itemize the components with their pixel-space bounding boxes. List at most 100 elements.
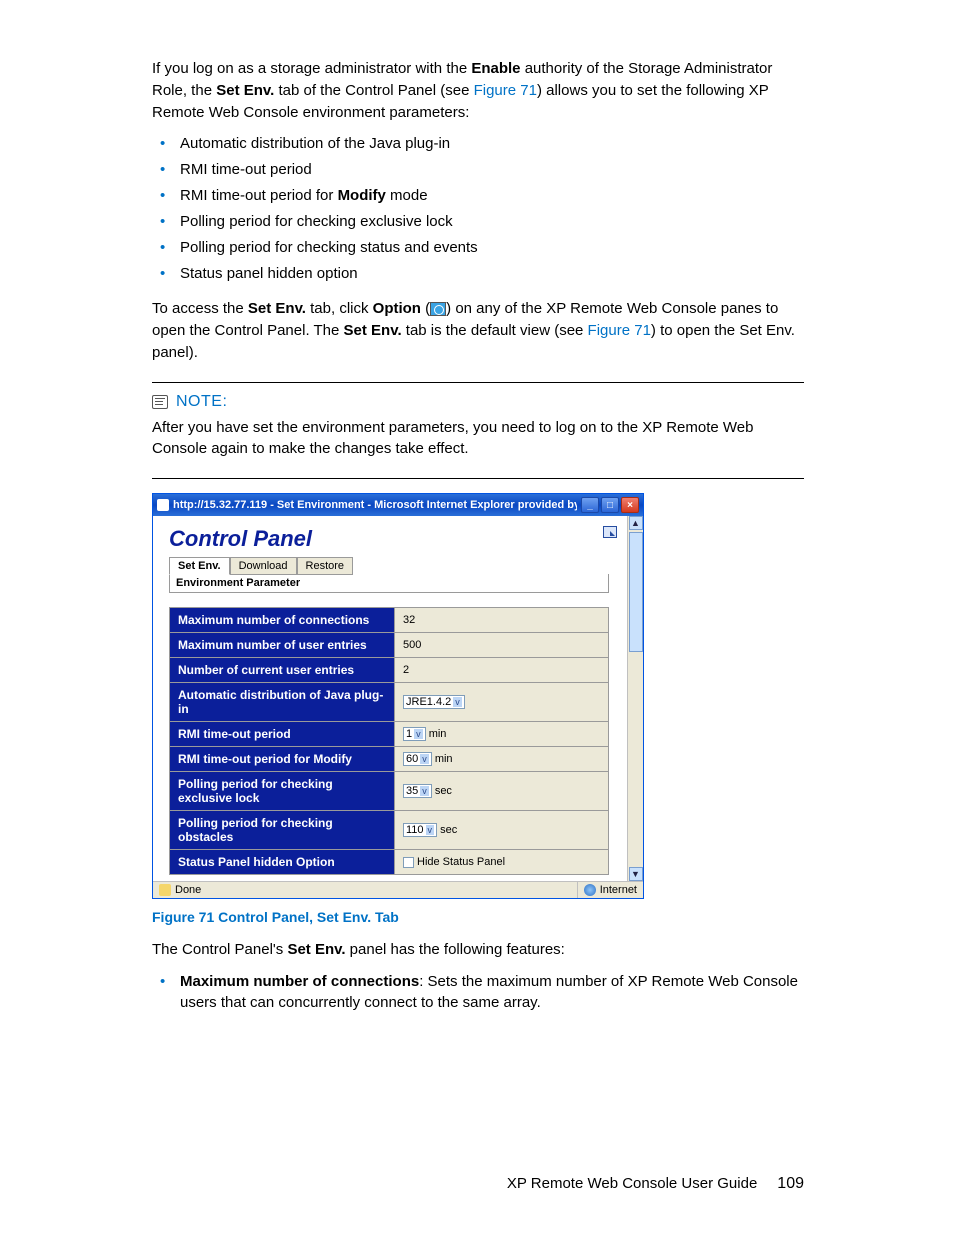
minimize-button[interactable]: _ [581, 497, 599, 513]
param-label: RMI time-out period for Modify [170, 747, 395, 772]
param-value: 35v sec [395, 772, 609, 811]
table-row: Maximum number of connections 32 [170, 608, 609, 633]
param-value: JRE1.4.2v [395, 683, 609, 722]
maximize-button[interactable]: □ [601, 497, 619, 513]
text: panel has the following features: [346, 941, 565, 958]
panel-top-icon[interactable] [603, 526, 617, 538]
param-value: 500 [395, 633, 609, 658]
jre-select[interactable]: JRE1.4.2v [403, 695, 465, 709]
sel-text: 60 [406, 753, 418, 765]
chevron-down-icon: v [453, 697, 462, 707]
scroll-thumb[interactable] [629, 532, 643, 652]
list-item: Polling period for checking exclusive lo… [174, 211, 804, 232]
table-row: Polling period for checking exclusive lo… [170, 772, 609, 811]
bold-setenv: Set Env. [216, 82, 274, 99]
param-label: Maximum number of connections [170, 608, 395, 633]
ie-window: http://15.32.77.119 - Set Environment - … [152, 493, 644, 899]
ie-title-text: http://15.32.77.119 - Set Environment - … [173, 499, 577, 511]
bold-setenv: Set Env. [287, 941, 345, 958]
table-row: Automatic distribution of Java plug-in J… [170, 683, 609, 722]
param-label: Polling period for checking obstacles [170, 811, 395, 850]
param-value: 1v min [395, 722, 609, 747]
bold-setenv: Set Env. [248, 300, 306, 317]
table-row: Number of current user entries 2 [170, 658, 609, 683]
note-icon [152, 395, 168, 409]
env-param-list: Automatic distribution of the Java plug-… [152, 133, 804, 284]
unit-text: sec [440, 824, 457, 836]
list-item: RMI time-out period for Modify mode [174, 185, 804, 206]
param-value: 32 [395, 608, 609, 633]
chevron-down-icon: v [414, 729, 423, 739]
subtab-env-param[interactable]: Environment Parameter [169, 574, 609, 593]
text: The Control Panel's [152, 941, 287, 958]
note-header: NOTE: [152, 393, 804, 411]
tab-download[interactable]: Download [230, 557, 297, 575]
chevron-down-icon: v [420, 754, 429, 764]
text: tab is the default view (see [402, 322, 588, 339]
text: mode [386, 187, 428, 204]
rmi-timeout-select[interactable]: 1v [403, 727, 426, 741]
cp-tabs: Set Env. Download Restore [169, 556, 617, 574]
list-item: Status panel hidden option [174, 263, 804, 284]
tab-restore[interactable]: Restore [297, 557, 354, 575]
text: RMI time-out period [180, 161, 312, 178]
link-figure71[interactable]: Figure 71 [474, 82, 537, 99]
param-label: Polling period for checking exclusive lo… [170, 772, 395, 811]
page-number: 109 [777, 1175, 804, 1193]
param-label: Maximum number of user entries [170, 633, 395, 658]
bold-max-conn: Maximum number of connections [180, 973, 419, 990]
param-value: Hide Status Panel [395, 850, 609, 875]
divider [152, 382, 804, 383]
table-row: RMI time-out period 1v min [170, 722, 609, 747]
hide-status-checkbox[interactable] [403, 857, 414, 868]
intro-paragraph: If you log on as a storage administrator… [152, 58, 804, 123]
close-button[interactable]: × [621, 497, 639, 513]
tab-set-env[interactable]: Set Env. [169, 557, 230, 575]
note-label: NOTE: [176, 393, 227, 411]
scroll-down-arrow[interactable]: ▼ [629, 867, 643, 881]
features-list: Maximum number of connections: Sets the … [152, 971, 804, 1013]
divider [152, 478, 804, 479]
sel-text: 35 [406, 785, 418, 797]
control-panel-title: Control Panel [169, 526, 617, 552]
polling-lock-select[interactable]: 35v [403, 784, 432, 798]
option-icon [430, 302, 446, 316]
scroll-up-arrow[interactable]: ▲ [629, 516, 643, 530]
rmi-modify-select[interactable]: 60v [403, 752, 432, 766]
param-label: Status Panel hidden Option [170, 850, 395, 875]
text: RMI time-out period for [180, 187, 338, 204]
text: If you log on as a storage administrator… [152, 60, 471, 77]
table-row: RMI time-out period for Modify 60v min [170, 747, 609, 772]
status-zone-text: Internet [600, 884, 637, 896]
bold-enable: Enable [471, 60, 520, 77]
table-row: Status Panel hidden Option Hide Status P… [170, 850, 609, 875]
globe-icon [584, 884, 596, 896]
list-item: RMI time-out period [174, 159, 804, 180]
vertical-scrollbar[interactable]: ▲ ▼ [627, 516, 643, 881]
table-row: Maximum number of user entries 500 [170, 633, 609, 658]
text: To access the [152, 300, 248, 317]
param-label: Automatic distribution of Java plug-in [170, 683, 395, 722]
param-label: RMI time-out period [170, 722, 395, 747]
param-value: 2 [395, 658, 609, 683]
unit-text: min [429, 728, 447, 740]
param-value: 110v sec [395, 811, 609, 850]
note-text: After you have set the environment param… [152, 417, 804, 461]
link-figure71[interactable]: Figure 71 [588, 322, 651, 339]
list-item: Polling period for checking status and e… [174, 237, 804, 258]
bold-modify: Modify [338, 187, 386, 204]
list-item: Automatic distribution of the Java plug-… [174, 133, 804, 154]
status-done-text: Done [175, 884, 201, 896]
unit-text: sec [435, 785, 452, 797]
checkbox-label: Hide Status Panel [417, 856, 505, 868]
polling-obstacles-select[interactable]: 110v [403, 823, 437, 837]
text: Automatic distribution of the Java plug-… [180, 135, 450, 152]
text: tab of the Control Panel (see [274, 82, 473, 99]
text: tab, click [306, 300, 373, 317]
param-value: 60v min [395, 747, 609, 772]
bold-option: Option [373, 300, 421, 317]
page-footer: XP Remote Web Console User Guide 109 [507, 1175, 804, 1193]
sel-text: 110 [406, 824, 424, 836]
sel-text: 1 [406, 728, 412, 740]
sel-text: JRE1.4.2 [406, 696, 451, 708]
